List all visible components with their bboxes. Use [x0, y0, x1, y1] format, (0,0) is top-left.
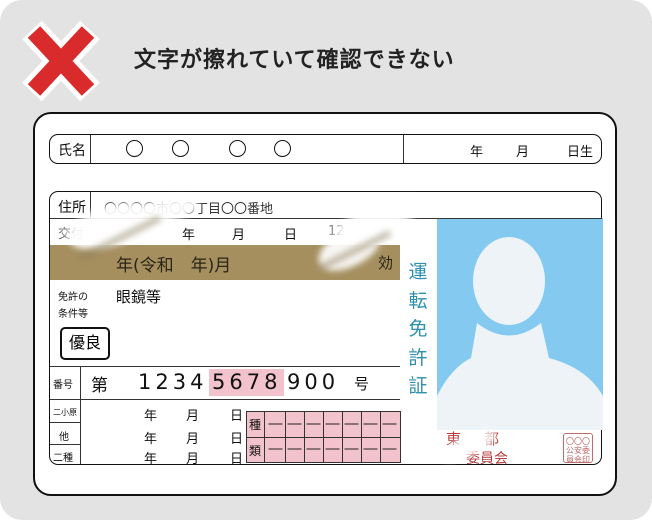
number-label: 番号: [53, 380, 73, 391]
title-char: 証: [408, 375, 428, 397]
excellent-badge: 優良: [60, 327, 110, 360]
license-row-label: 二小原: [53, 408, 77, 417]
title-char: 免: [408, 318, 428, 340]
title-char: 転: [408, 289, 428, 312]
name-circle: [172, 140, 189, 157]
category-cell: ―: [382, 441, 397, 457]
number-part-1: 1234: [138, 370, 208, 394]
divider: [403, 135, 404, 163]
number-part-3: 900: [287, 370, 340, 394]
divider: [50, 366, 400, 367]
category-label: 種: [249, 418, 262, 432]
date-day: 日: [230, 409, 244, 424]
category-cell: ―: [287, 416, 302, 432]
birth-day: 日生: [567, 145, 594, 160]
date-year: 年: [144, 452, 158, 467]
category-cell: ―: [363, 416, 378, 432]
conditions-label-1: 免許の: [58, 292, 88, 303]
x-mark-icon: [22, 20, 100, 102]
divider: [80, 367, 81, 464]
birth-month: 月: [516, 145, 530, 160]
page: 文字が擦れていて確認できない 氏名 年 月 日生 住所 〇〇〇〇市: [0, 0, 652, 520]
category-grid: 種 類 ― ― ― ― ― ― ― ― ― ― ― ― ― ―: [246, 411, 401, 463]
official-seal: 〇〇〇公安委員会印: [563, 433, 593, 464]
category-cell: ―: [287, 441, 302, 457]
number-suffix: 号: [354, 375, 370, 393]
name-label: 氏名: [58, 143, 86, 159]
category-cell: ―: [382, 416, 397, 432]
title-char: 許: [408, 346, 428, 369]
category-cell: ―: [268, 416, 283, 432]
category-cell: ―: [325, 416, 340, 432]
headline: 文字が擦れていて確認できない: [134, 48, 455, 73]
date-month: 月: [186, 432, 200, 447]
number-part-2: 5678: [212, 370, 282, 394]
license-row-label: 他: [59, 432, 69, 443]
birth-year: 年: [470, 145, 484, 160]
photo: [437, 218, 603, 430]
date-day: 日: [230, 432, 244, 447]
person-silhouette-icon: [437, 237, 603, 430]
name-circle: [274, 140, 291, 157]
date-day: 日: [230, 452, 244, 467]
category-cell: ―: [344, 441, 359, 457]
name-circle: [229, 140, 246, 157]
license-title: 運 転 免 許 証: [407, 258, 429, 401]
conditions-label-2: 条件等: [58, 309, 88, 320]
category-cell: ―: [306, 441, 321, 457]
category-cell: ―: [306, 416, 321, 432]
category-cell: ―: [268, 441, 283, 457]
category-label: 類: [249, 444, 262, 458]
date-year: 年: [144, 409, 158, 424]
name-circle: [126, 140, 143, 157]
category-cell: ―: [363, 441, 378, 457]
divider: [50, 399, 400, 400]
number-prefix: 第: [91, 376, 108, 396]
license-row-label: 二種: [53, 453, 73, 464]
date-year: 年: [144, 432, 158, 447]
title-char: 運: [408, 261, 428, 283]
issuer-smudge: [440, 430, 496, 462]
divider: [50, 422, 81, 423]
divider: [436, 218, 602, 219]
conditions-value: 眼鏡等: [116, 288, 162, 306]
smudge-overlay: [67, 197, 424, 271]
date-month: 月: [186, 409, 200, 424]
divider: [50, 444, 81, 445]
category-cell: ―: [344, 416, 359, 432]
date-month: 月: [186, 452, 200, 467]
divider: [90, 135, 91, 163]
category-cell: ―: [325, 441, 340, 457]
